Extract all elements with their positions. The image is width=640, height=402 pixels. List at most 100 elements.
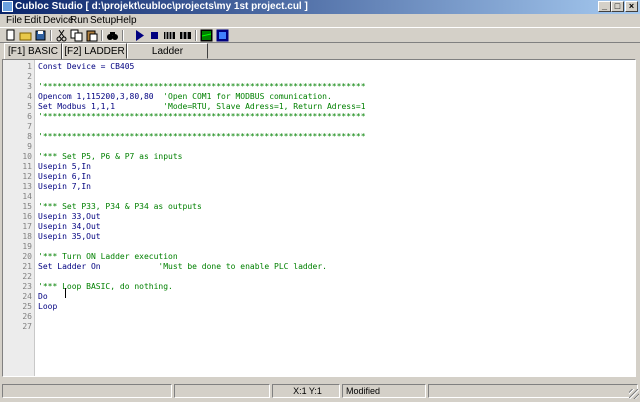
- line-number: 12: [22, 172, 32, 181]
- minimize-button[interactable]: _: [598, 1, 611, 12]
- paste-icon[interactable]: [85, 29, 98, 42]
- run-icon[interactable]: [133, 29, 146, 42]
- code-statement: Usepin 5,In: [38, 162, 91, 171]
- code-line[interactable]: 19: [3, 242, 635, 252]
- code-text: Usepin 34,Out: [38, 222, 101, 232]
- code-line[interactable]: 18 Usepin 35,Out: [3, 232, 635, 242]
- code-statement: Const Device = CB405: [38, 62, 135, 71]
- tab-ladder-mnemonic[interactable]: Ladder Mnemonic: [127, 43, 208, 72]
- code-line[interactable]: 11 Usepin 5,In: [3, 162, 635, 172]
- code-text: Usepin 7,In: [38, 182, 91, 192]
- menu-run[interactable]: Run: [70, 14, 88, 27]
- code-line[interactable]: 26: [3, 312, 635, 322]
- code-statement: Usepin 33,Out: [38, 212, 101, 221]
- code-line[interactable]: 3 '**************************************…: [3, 82, 635, 92]
- menu-help[interactable]: Help: [116, 14, 137, 27]
- text-caret: [65, 288, 66, 298]
- code-line[interactable]: 12 Usepin 6,In: [3, 172, 635, 182]
- line-number: 14: [22, 192, 32, 201]
- code-statement: Usepin 34,Out: [38, 222, 101, 231]
- ladder-step-icon[interactable]: [179, 29, 192, 42]
- code-statement: Usepin 6,In: [38, 172, 91, 181]
- code-line[interactable]: 27: [3, 322, 635, 332]
- code-line[interactable]: 13 Usepin 7,In: [3, 182, 635, 192]
- stop-icon[interactable]: [148, 29, 161, 42]
- code-line[interactable]: 25 Loop: [3, 302, 635, 312]
- code-line[interactable]: 20 '*** Turn ON Ladder execution: [3, 252, 635, 262]
- line-number: 8: [27, 132, 32, 141]
- monitor-icon[interactable]: [200, 29, 213, 42]
- toolbar-separator: [50, 30, 52, 41]
- code-editor[interactable]: 1 Const Device = CB405 2 3 '****************…: [2, 59, 636, 377]
- code-line[interactable]: 22: [3, 272, 635, 282]
- code-text: Usepin 6,In: [38, 172, 91, 182]
- code-statement: Set Modbus 1,1,1: [38, 102, 164, 111]
- toolbar: [0, 27, 640, 43]
- code-line[interactable]: 9: [3, 142, 635, 152]
- menu-device[interactable]: Device: [43, 14, 74, 27]
- menu-file[interactable]: File: [6, 14, 22, 27]
- new-file-icon[interactable]: [4, 29, 17, 42]
- menu-edit[interactable]: Edit: [24, 14, 41, 27]
- line-number: 17: [22, 222, 32, 231]
- line-number: 15: [22, 202, 32, 211]
- code-line[interactable]: 1 Const Device = CB405: [3, 62, 635, 72]
- code-text: '*** Loop BASIC, do nothing.: [38, 282, 173, 292]
- code-text: '*** Set P33, P34 & P34 as outputs: [38, 202, 202, 212]
- code-text: Loop: [38, 302, 57, 312]
- menu-setup[interactable]: Setup: [90, 14, 116, 27]
- code-line[interactable]: 2: [3, 72, 635, 82]
- code-line[interactable]: 23 '*** Loop BASIC, do nothing.: [3, 282, 635, 292]
- line-number: 1: [27, 62, 32, 71]
- line-number: 21: [22, 262, 32, 271]
- tab-basic[interactable]: [F1] BASIC: [4, 43, 62, 60]
- status-panel-empty-3: [428, 384, 638, 398]
- cut-icon[interactable]: [55, 29, 68, 42]
- code-line[interactable]: 15 '*** Set P33, P34 & P34 as outputs: [3, 202, 635, 212]
- code-comment: 'Open COM1 for MODBUS comunication.: [163, 92, 332, 101]
- line-number: 7: [27, 122, 32, 131]
- menu-bar: File Edit Device Run Setup Help: [0, 14, 640, 27]
- find-icon[interactable]: [106, 29, 119, 42]
- code-text: '***************************************…: [38, 112, 366, 122]
- resize-grip-icon[interactable]: [629, 389, 639, 399]
- open-folder-icon[interactable]: [19, 29, 32, 42]
- line-number: 20: [22, 252, 32, 261]
- code-line[interactable]: 7: [3, 122, 635, 132]
- code-line[interactable]: 24 Do: [3, 292, 635, 302]
- code-line[interactable]: 6 '**************************************…: [3, 112, 635, 122]
- line-number: 13: [22, 182, 32, 191]
- save-icon[interactable]: [34, 29, 47, 42]
- code-text: Set Ladder On 'Must be done to enable PL…: [38, 262, 327, 272]
- code-line[interactable]: 16 Usepin 33,Out: [3, 212, 635, 222]
- toolbar-separator: [101, 30, 103, 41]
- code-comment: 'Must be done to enable PLC ladder.: [158, 262, 327, 271]
- code-text: '***************************************…: [38, 82, 366, 92]
- code-text: Do: [38, 292, 48, 302]
- ladder-icon[interactable]: [163, 29, 176, 42]
- maximize-button[interactable]: □: [611, 1, 624, 12]
- status-panel-empty-1: [2, 384, 172, 398]
- toolbar-separator: [195, 30, 197, 41]
- line-number: 5: [27, 102, 32, 111]
- code-text: Opencom 1,115200,3,80,80 'Open COM1 for …: [38, 92, 332, 102]
- line-number: 25: [22, 302, 32, 311]
- code-line[interactable]: 17 Usepin 34,Out: [3, 222, 635, 232]
- code-line[interactable]: 4 Opencom 1,115200,3,80,80 'Open COM1 for…: [3, 92, 635, 102]
- code-line[interactable]: 14: [3, 192, 635, 202]
- code-line[interactable]: 8 '**************************************…: [3, 132, 635, 142]
- tab-ladder[interactable]: [F2] LADDER: [62, 43, 127, 59]
- code-line[interactable]: 10 '*** Set P5, P6 & P7 as inputs: [3, 152, 635, 162]
- app-icon: [2, 1, 13, 12]
- copy-icon[interactable]: [70, 29, 83, 42]
- close-button[interactable]: ×: [625, 1, 638, 12]
- code-line[interactable]: 21 Set Ladder On 'Must be done to enable …: [3, 262, 635, 272]
- code-line[interactable]: 5 Set Modbus 1,1,1 'Mode=RTU, Slave Adres…: [3, 102, 635, 112]
- code-comment: '***************************************…: [38, 132, 366, 141]
- code-text: Usepin 33,Out: [38, 212, 101, 222]
- line-number: 18: [22, 232, 32, 241]
- title-bar[interactable]: Cubloc Studio [ d:\projekt\cubloc\projec…: [0, 0, 640, 14]
- line-number: 16: [22, 212, 32, 221]
- code-comment: '*** Turn ON Ladder execution: [38, 252, 178, 261]
- device-icon[interactable]: [216, 29, 229, 42]
